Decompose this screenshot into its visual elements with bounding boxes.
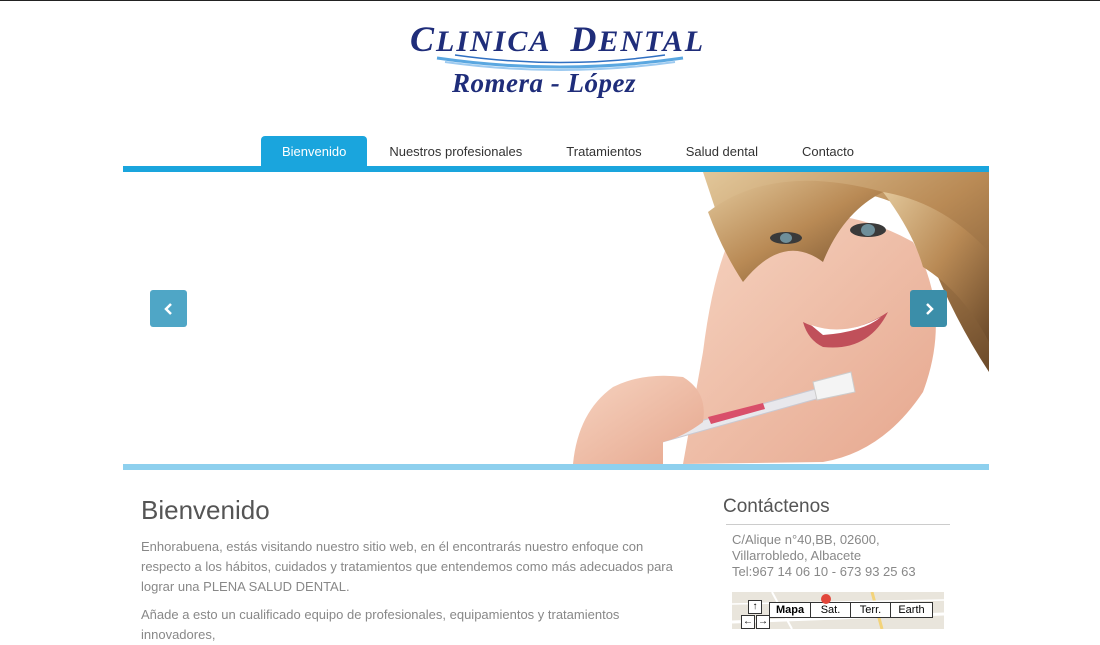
map-type-earth-button[interactable]: Earth — [890, 602, 933, 618]
nav-item-tratamientos[interactable]: Tratamientos — [544, 136, 663, 168]
address-line-2: Villarrobledo, Albacete — [732, 548, 862, 563]
slider-next-button[interactable] — [910, 290, 947, 327]
phone-number: Tel:967 14 06 10 - 673 93 25 63 — [732, 564, 916, 579]
nav-item-contacto[interactable]: Contacto — [780, 136, 876, 168]
main-nav: Bienvenido Nuestros profesionales Tratam… — [261, 136, 876, 168]
map-pan-up-button[interactable]: ↑ — [748, 600, 762, 614]
hero-image — [573, 172, 989, 464]
google-map[interactable]: ↑ ← → Mapa Sat. Terr. Earth — [732, 592, 944, 629]
second-paragraph: Añade a esto un cualificado equipo de pr… — [141, 607, 620, 642]
intro-paragraph: Enhorabuena, estás visitando nuestro sit… — [141, 539, 673, 594]
hero-slider — [123, 172, 989, 464]
map-pin-icon — [821, 594, 831, 604]
nav-item-salud-dental[interactable]: Salud dental — [664, 136, 780, 168]
chevron-left-icon — [163, 302, 172, 315]
map-pan-right-button[interactable]: → — [756, 615, 770, 629]
chevron-right-icon — [925, 302, 934, 315]
logo-subtitle: Romera - López — [452, 68, 636, 98]
nav-item-bienvenido[interactable]: Bienvenido — [261, 136, 368, 168]
address-line-1: C/Alique n°40,BB, 02600, — [732, 532, 880, 547]
map-pan-left-button[interactable]: ← — [741, 615, 755, 629]
contact-divider — [726, 524, 950, 525]
slider-bottom-bar — [123, 464, 989, 470]
top-border — [0, 0, 1100, 1]
page-title: Bienvenido — [141, 495, 270, 525]
slider-prev-button[interactable] — [150, 290, 187, 327]
contact-heading: Contáctenos — [723, 496, 830, 517]
nav-item-nuestros-profesionales[interactable]: Nuestros profesionales — [367, 136, 544, 168]
map-type-terr-button[interactable]: Terr. — [850, 602, 891, 618]
clinic-logo[interactable]: CLINICA DENTAL Romera - López — [405, 14, 703, 104]
map-type-mapa-button[interactable]: Mapa — [769, 602, 811, 618]
